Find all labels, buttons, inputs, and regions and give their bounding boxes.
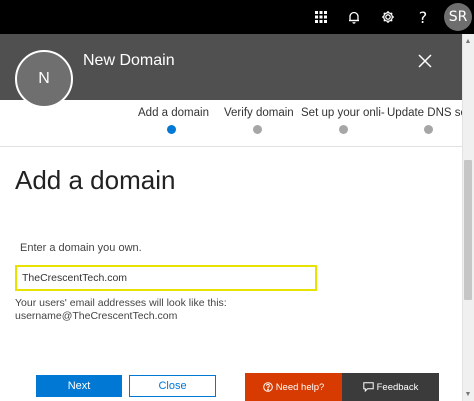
scroll-up-icon[interactable]: ▲ bbox=[462, 35, 474, 47]
user-avatar[interactable]: SR bbox=[444, 3, 472, 31]
comment-icon bbox=[362, 382, 374, 392]
support-bar: Need help? Feedback bbox=[245, 373, 439, 401]
panel-title: New Domain bbox=[83, 52, 175, 69]
gear-icon[interactable] bbox=[377, 6, 399, 28]
page-title: Add a domain bbox=[15, 165, 176, 195]
header-divider bbox=[0, 146, 462, 147]
feedback-label: Feedback bbox=[376, 381, 419, 393]
app-launcher-icon[interactable] bbox=[310, 6, 332, 28]
step-dot-verify-domain bbox=[253, 125, 262, 134]
help-circle-icon bbox=[262, 382, 273, 392]
bell-icon[interactable] bbox=[343, 6, 365, 28]
domain-prompt-label: Enter a domain you own. bbox=[20, 242, 142, 254]
scrollbar-thumb[interactable] bbox=[464, 160, 472, 300]
step-dot-set-up-online bbox=[339, 125, 348, 134]
email-preview-value: username@TheCrescentTech.com bbox=[15, 310, 178, 322]
step-label-verify-domain: Verify domain bbox=[224, 107, 294, 119]
step-label-add-domain: Add a domain bbox=[138, 107, 209, 119]
top-app-bar: ? SR bbox=[0, 0, 474, 34]
next-button[interactable]: Next bbox=[36, 375, 122, 397]
close-icon[interactable] bbox=[416, 52, 434, 70]
step-dot-update-dns bbox=[424, 125, 433, 134]
scroll-down-icon[interactable]: ▼ bbox=[462, 388, 474, 400]
domain-input[interactable] bbox=[15, 265, 317, 291]
need-help-button[interactable]: Need help? bbox=[245, 373, 342, 401]
step-label-update-dns: Update DNS se bbox=[387, 107, 462, 119]
close-button[interactable]: Close bbox=[129, 375, 216, 397]
email-preview-label: Your users' email addresses will look li… bbox=[15, 297, 227, 309]
need-help-label: Need help? bbox=[275, 381, 325, 393]
progress-stepper: Add a domain Verify domain Set up your o… bbox=[0, 100, 462, 146]
domain-avatar: N bbox=[15, 50, 73, 108]
step-label-set-up-online: Set up your onli‐ bbox=[301, 107, 385, 119]
step-dot-add-domain bbox=[167, 125, 176, 134]
feedback-button[interactable]: Feedback bbox=[342, 373, 439, 401]
help-icon[interactable]: ? bbox=[412, 6, 434, 28]
